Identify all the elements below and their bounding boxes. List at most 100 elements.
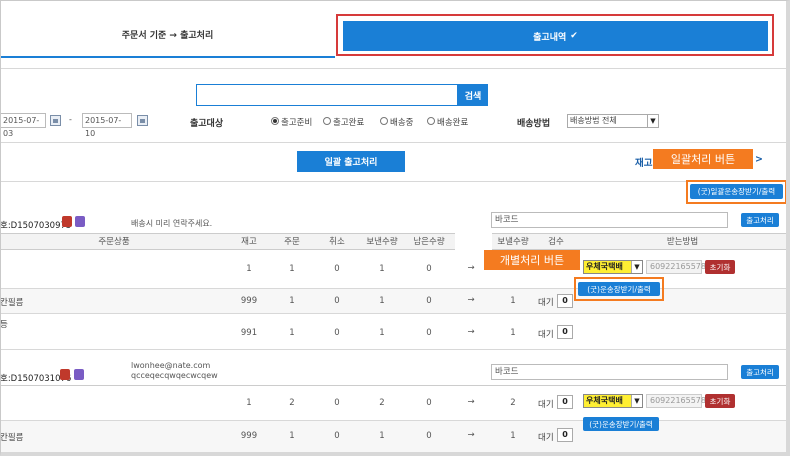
bulk-print-waybill-label: (굿)일괄운송장받기/출력	[697, 187, 776, 196]
inspect-qty-input[interactable]: 0	[557, 294, 573, 308]
cell-inspect-status: 대기	[538, 400, 554, 410]
carrier-value: 우체국택배	[586, 262, 623, 271]
cell-remaining: 0	[426, 264, 432, 274]
radio-shipping[interactable]	[380, 117, 388, 125]
reset-button[interactable]: 초기화	[705, 394, 735, 408]
barcode-input[interactable]: 바코드	[491, 212, 728, 228]
ship-process-button[interactable]: 출고처리	[741, 365, 779, 379]
filter-target-label: 출고대상	[190, 119, 224, 129]
radio-ready[interactable]	[271, 117, 279, 125]
callout-bulk: 일괄처리 버튼	[653, 149, 753, 169]
radio-ready-label: 출고준비	[281, 118, 313, 128]
stock-link[interactable]: 재고	[635, 155, 652, 169]
chevron-down-icon: ▼	[631, 395, 642, 407]
arrow-right-icon: →	[467, 295, 475, 305]
search-button-label: 검색	[464, 91, 482, 102]
row-divider	[0, 313, 786, 314]
cell-product: 칸필름	[0, 433, 24, 443]
radio-delivered[interactable]	[427, 117, 435, 125]
barcode-input[interactable]: 바코드	[491, 364, 728, 380]
col-cancel: 취소	[329, 237, 345, 247]
tab-order-based[interactable]: 주문서 기준 → 출고처리	[0, 12, 335, 58]
date-from-field[interactable]: 2015-07-03	[0, 113, 46, 138]
ship-method-select[interactable]: 배송방법 전체 ▼	[567, 114, 659, 128]
cell-order: 2	[289, 398, 295, 408]
tracking-input[interactable]: 60922165578	[646, 260, 706, 274]
reset-button[interactable]: 초기화	[705, 260, 735, 274]
radio-complete-label: 출고완료	[333, 118, 365, 128]
ship-process-label: 출고처리	[746, 215, 774, 225]
date-to-value: 2015-07-10	[85, 116, 122, 138]
chevron-down-icon: ▼	[631, 261, 642, 273]
print-waybill-button[interactable]: (굿)운송장받기/출력	[583, 417, 659, 431]
callout-individual: 개별처리 버튼	[484, 250, 580, 270]
cell-remaining: 0	[426, 296, 432, 306]
ship-method-value: 배송방법 전체	[570, 116, 617, 125]
inspect-qty-input[interactable]: 0	[557, 428, 573, 442]
col-product: 주문상품	[98, 237, 130, 247]
check-icon: ✔	[570, 31, 578, 41]
col-remaining: 남은수량	[413, 237, 445, 247]
col-inspect: 검수	[548, 237, 564, 247]
carrier-select[interactable]: 우체국택배 ▼	[583, 260, 643, 274]
cell-remaining: 0	[426, 328, 432, 338]
cell-remaining: 0	[426, 398, 432, 408]
col-stock: 재고	[241, 237, 257, 247]
arrow-right-icon: →	[467, 327, 475, 337]
cell-send-qty: 2	[510, 398, 516, 408]
cell-sent: 1	[379, 264, 385, 274]
radio-complete[interactable]	[323, 117, 331, 125]
bulk-print-waybill-button[interactable]: (굿)일괄운송장받기/출력	[690, 184, 783, 199]
cell-order: 1	[289, 431, 295, 441]
ship-method-label: 배송방법	[517, 119, 551, 129]
col-method: 받는방법	[666, 237, 699, 247]
print-invoice-icon[interactable]	[60, 369, 70, 380]
divider	[0, 68, 786, 69]
bulk-ship-button[interactable]: 일괄 출고처리	[297, 151, 405, 172]
ship-process-button[interactable]: 출고처리	[741, 213, 779, 227]
order-memo: 배송시 미리 연락주세요.	[131, 219, 213, 228]
print-label-icon[interactable]	[74, 369, 84, 380]
print-label-icon[interactable]	[75, 216, 85, 227]
search-input[interactable]	[196, 84, 458, 106]
cell-inspect-status: 대기	[538, 433, 554, 443]
print-waybill-button[interactable]: (굿)운송장받기/출력	[578, 282, 660, 296]
ship-process-label: 출고처리	[746, 367, 774, 377]
cell-sent: 1	[379, 296, 385, 306]
cell-inspect-status: 대기	[538, 298, 554, 308]
inspect-qty-input[interactable]: 0	[557, 395, 573, 409]
order-memo-2: qcceqecqwqecwcqew	[131, 371, 218, 380]
carrier-value: 우체국택배	[586, 396, 623, 405]
cell-stock: 1	[246, 264, 252, 274]
cell-inspect-status: 대기	[538, 330, 554, 340]
cell-send-qty: 1	[510, 328, 516, 338]
arrow-right-icon: →	[467, 263, 475, 273]
tab-shipping-history[interactable]: 출고내역 ✔	[343, 21, 768, 51]
inspect-qty-input[interactable]: 0	[557, 325, 573, 339]
print-waybill-label: (굿)운송장받기/출력	[587, 284, 651, 294]
search-button[interactable]: 검색	[458, 84, 488, 106]
cell-sent: 1	[379, 431, 385, 441]
tracking-input[interactable]: 60922165578	[646, 394, 706, 408]
calendar-icon[interactable]	[50, 115, 61, 126]
reset-label: 초기화	[709, 396, 731, 406]
cell-product: 칸필름	[0, 298, 24, 308]
chevron-right-icon: >	[755, 154, 763, 165]
date-separator: -	[69, 115, 72, 124]
divider	[0, 181, 786, 182]
col-sent: 보낸수량	[366, 237, 398, 247]
arrow-right-icon: →	[467, 397, 475, 407]
col-send-qty: 보낼수량	[497, 237, 529, 247]
divider	[0, 142, 786, 143]
cell-stock: 1	[246, 398, 252, 408]
reset-label: 초기화	[709, 262, 731, 272]
calendar-icon[interactable]	[137, 115, 148, 126]
print-invoice-icon[interactable]	[62, 216, 72, 227]
date-to-field[interactable]: 2015-07-10	[82, 113, 132, 138]
carrier-select[interactable]: 우체국택배 ▼	[583, 394, 643, 408]
table-header-right: 보낼수량 검수 받는방법	[492, 233, 787, 250]
col-order: 주문	[284, 237, 300, 247]
tab-shipping-history-label: 출고내역	[533, 32, 567, 43]
cell-order: 1	[289, 264, 295, 274]
barcode-placeholder: 바코드	[495, 215, 519, 225]
